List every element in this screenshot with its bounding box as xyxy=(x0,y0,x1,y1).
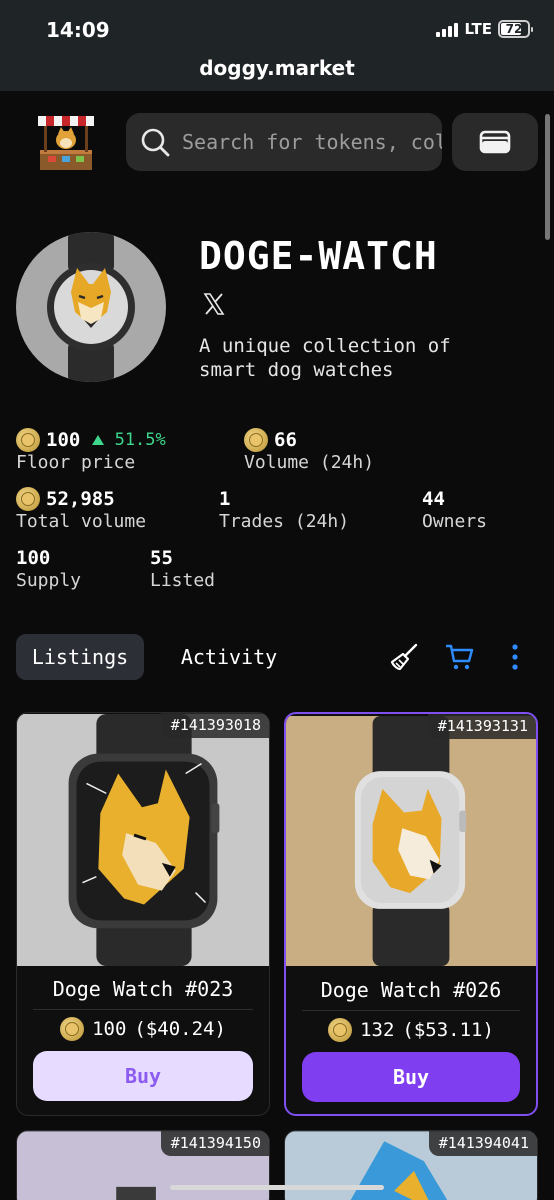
collection-title: DOGE-WATCH xyxy=(199,234,438,278)
cart-button[interactable] xyxy=(444,640,476,674)
listing-image xyxy=(17,714,269,966)
price-usd: ($53.11) xyxy=(402,1019,494,1041)
token-id: #141393018 xyxy=(160,713,269,738)
tab-listings[interactable]: Listings xyxy=(16,634,144,680)
battery-level: 72 xyxy=(505,22,523,36)
supply-label: Supply xyxy=(16,570,82,591)
token-id: #141394150 xyxy=(160,1131,269,1156)
owners-value: 44 xyxy=(422,488,445,510)
token-id: #141393131 xyxy=(427,714,536,739)
doge-coin-icon xyxy=(328,1018,353,1042)
token-id: #141394041 xyxy=(428,1131,537,1156)
home-indicator[interactable] xyxy=(170,1185,384,1190)
search-icon xyxy=(141,128,170,157)
doge-coin-icon xyxy=(16,428,40,452)
browser-chrome: 14:09 LTE 72 doggy.market xyxy=(0,0,554,91)
wallet-button[interactable] xyxy=(452,113,538,171)
divider xyxy=(33,1009,253,1010)
stat-total-volume: 52,985 Total volume xyxy=(16,487,146,532)
page-scrollbar[interactable] xyxy=(545,114,550,240)
total-volume-label: Total volume xyxy=(16,511,147,532)
price-value: 132 xyxy=(360,1019,395,1041)
broom-icon xyxy=(390,643,418,671)
more-vertical-icon xyxy=(512,644,518,670)
price-value: 100 xyxy=(92,1018,127,1040)
stat-trades-24h: 1 Trades (24h) xyxy=(219,487,349,532)
volume-24h-label: Volume (24h) xyxy=(244,452,375,473)
owners-label: Owners xyxy=(422,511,488,532)
collection-description: A unique collection of smart dog watches xyxy=(199,335,451,381)
wallet-icon xyxy=(479,130,511,154)
stat-floor-price: 100 51.5% Floor price xyxy=(16,428,166,473)
listing-name: Doge Watch #023 xyxy=(52,977,234,1001)
doggy-market-logo[interactable] xyxy=(34,112,98,172)
total-volume-value: 52,985 xyxy=(46,488,115,510)
collection-avatar xyxy=(16,232,166,382)
stat-listed: 55 Listed xyxy=(150,546,215,591)
listing-price: 100 ($40.24) xyxy=(17,1017,269,1041)
arrow-up-icon xyxy=(92,435,105,445)
floor-price-change-value: 51.5% xyxy=(114,430,166,450)
listing-card[interactable]: #141393018 Doge Watch #023 100 ($40.24) B… xyxy=(16,712,270,1116)
buy-button[interactable]: Buy xyxy=(33,1051,253,1101)
stat-owners: 44 Owners xyxy=(422,487,487,532)
stat-supply: 100 Supply xyxy=(16,546,81,591)
more-options-button[interactable] xyxy=(499,640,531,674)
floor-price-value: 100 xyxy=(46,429,81,451)
search-box[interactable] xyxy=(126,113,442,171)
listing-name: Doge Watch #026 xyxy=(320,978,502,1002)
doge-coin-icon xyxy=(244,428,268,452)
floor-price-label: Floor price xyxy=(16,452,136,473)
signal-icon xyxy=(436,22,459,37)
trades-24h-label: Trades (24h) xyxy=(219,511,350,532)
sweep-button[interactable] xyxy=(388,640,420,674)
floor-price-change: 51.5% xyxy=(92,430,166,450)
listing-card[interactable]: #141393131 Doge Watch #026 132 ($53.11) B… xyxy=(284,712,538,1116)
search-input[interactable] xyxy=(182,130,442,154)
network-type: LTE xyxy=(464,20,492,38)
buy-button[interactable]: Buy xyxy=(302,1052,520,1102)
listed-value: 55 xyxy=(150,547,173,569)
listed-label: Listed xyxy=(150,570,216,591)
divider xyxy=(302,1010,520,1011)
url-bar[interactable]: doggy.market xyxy=(0,56,554,80)
price-usd: ($40.24) xyxy=(134,1018,226,1040)
x-twitter-icon[interactable] xyxy=(203,293,225,315)
stat-volume-24h: 66 Volume (24h) xyxy=(244,428,374,473)
listing-price: 132 ($53.11) xyxy=(286,1018,536,1042)
cart-icon xyxy=(446,644,474,670)
volume-24h-value: 66 xyxy=(274,429,297,451)
doge-coin-icon xyxy=(16,487,40,511)
supply-value: 100 xyxy=(16,547,51,569)
tab-activity[interactable]: Activity xyxy=(166,634,292,680)
status-time: 14:09 xyxy=(46,18,110,42)
status-indicators: LTE 72 xyxy=(436,20,533,38)
doge-coin-icon xyxy=(60,1017,85,1041)
trades-24h-value: 1 xyxy=(219,488,231,510)
battery-icon: 72 xyxy=(498,20,533,38)
listing-image xyxy=(286,716,536,966)
